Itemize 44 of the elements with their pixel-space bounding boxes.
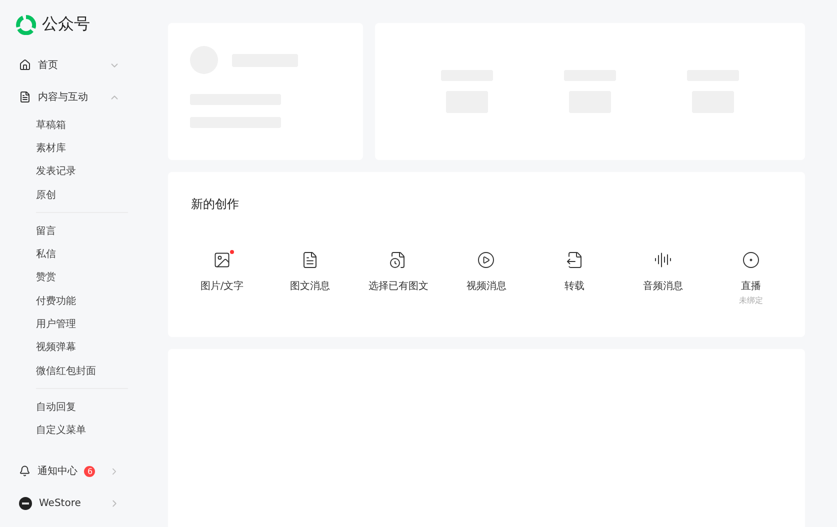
create-action[interactable]: 转载 — [530, 251, 619, 306]
play-icon — [477, 251, 496, 269]
logo-icon — [16, 14, 36, 34]
home-icon — [19, 59, 31, 71]
nav-label: WeStore — [39, 498, 82, 508]
section-title: 新的创作 — [190, 196, 240, 213]
submenu-item[interactable]: 原创 — [16, 182, 148, 206]
action-note: 未绑定 — [738, 295, 763, 306]
nav-item[interactable]: 内容与互动 — [16, 81, 148, 113]
count-badge: 6 — [84, 466, 96, 476]
submenu-item[interactable]: 付费功能 — [16, 289, 148, 312]
create-action[interactable]: 视频消息 — [442, 251, 531, 306]
store-item[interactable]: WeStore — [16, 487, 148, 519]
create-action[interactable]: 音频消息 — [618, 251, 707, 306]
submenu-item[interactable]: 留言 — [16, 219, 148, 242]
brand-title: 公众号 — [42, 14, 90, 35]
submenu-item[interactable]: 视频弹幕 — [16, 336, 148, 359]
image-icon — [213, 251, 232, 269]
bell-icon — [19, 465, 30, 477]
submenu-item[interactable]: 自定义菜单 — [16, 418, 148, 442]
document-icon — [19, 91, 31, 103]
audio-icon — [654, 251, 672, 269]
submenu-item[interactable]: 赞赏 — [16, 266, 148, 290]
submenu-item[interactable]: 私信 — [16, 242, 148, 266]
avatar-icon — [19, 496, 32, 510]
share-icon — [566, 251, 584, 269]
nav-label: 通知中心 — [37, 464, 78, 478]
submenu-item[interactable]: 草稿箱 — [16, 113, 148, 136]
submenu-item[interactable]: 素材库 — [16, 136, 148, 160]
submenu-item[interactable]: 用户管理 — [16, 312, 148, 336]
submenu-item[interactable]: 发表记录 — [16, 160, 148, 183]
submenu-item[interactable]: 自动回复 — [16, 395, 148, 419]
nav-item[interactable]: 首页 — [16, 49, 148, 81]
nav-label: 内容与互动 — [38, 90, 89, 104]
document-clock-icon — [389, 251, 408, 269]
create-action[interactable]: 图文消息 — [266, 251, 354, 306]
create-action[interactable]: 图片/文字 — [178, 251, 266, 306]
record-icon — [742, 251, 760, 269]
submenu-item[interactable]: 微信红包封面 — [16, 358, 148, 382]
document-icon — [301, 251, 320, 269]
create-action[interactable]: 直播 未绑定 — [706, 251, 795, 306]
notification-item[interactable]: 通知中心 6 — [16, 455, 148, 487]
nav-label: 首页 — [38, 59, 59, 72]
create-action[interactable]: 选择已有图文 — [354, 251, 442, 306]
